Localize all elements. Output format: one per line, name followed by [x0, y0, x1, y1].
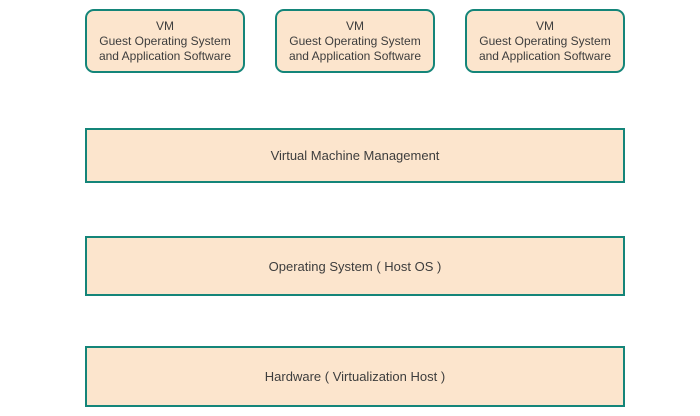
layer-virtual-machine-management: Virtual Machine Management	[85, 128, 625, 183]
layer-label: Hardware ( Virtualization Host )	[264, 369, 446, 384]
vm-box-title: VM	[156, 18, 174, 33]
virtualization-diagram: VM Guest Operating System and Applicatio…	[0, 0, 700, 416]
vm-box-line: and Application Software	[98, 48, 232, 63]
vm-box-line: and Application Software	[288, 48, 422, 63]
vm-box-2: VM Guest Operating System and Applicatio…	[275, 9, 435, 73]
vm-box-title: VM	[346, 18, 364, 33]
vm-box-line: and Application Software	[478, 48, 612, 63]
layer-host-operating-system: Operating System ( Host OS )	[85, 236, 625, 296]
layer-label: Virtual Machine Management	[270, 148, 440, 163]
layer-label: Operating System ( Host OS )	[268, 258, 442, 274]
vm-box-1: VM Guest Operating System and Applicatio…	[85, 9, 245, 73]
vm-box-line: Guest Operating System	[289, 33, 421, 48]
vm-box-line: Guest Operating System	[99, 33, 231, 48]
vm-box-line: Guest Operating System	[479, 33, 611, 48]
vm-box-title: VM	[536, 18, 554, 33]
vm-box-3: VM Guest Operating System and Applicatio…	[465, 9, 625, 73]
layer-hardware-virtualization-host: Hardware ( Virtualization Host )	[85, 346, 625, 407]
